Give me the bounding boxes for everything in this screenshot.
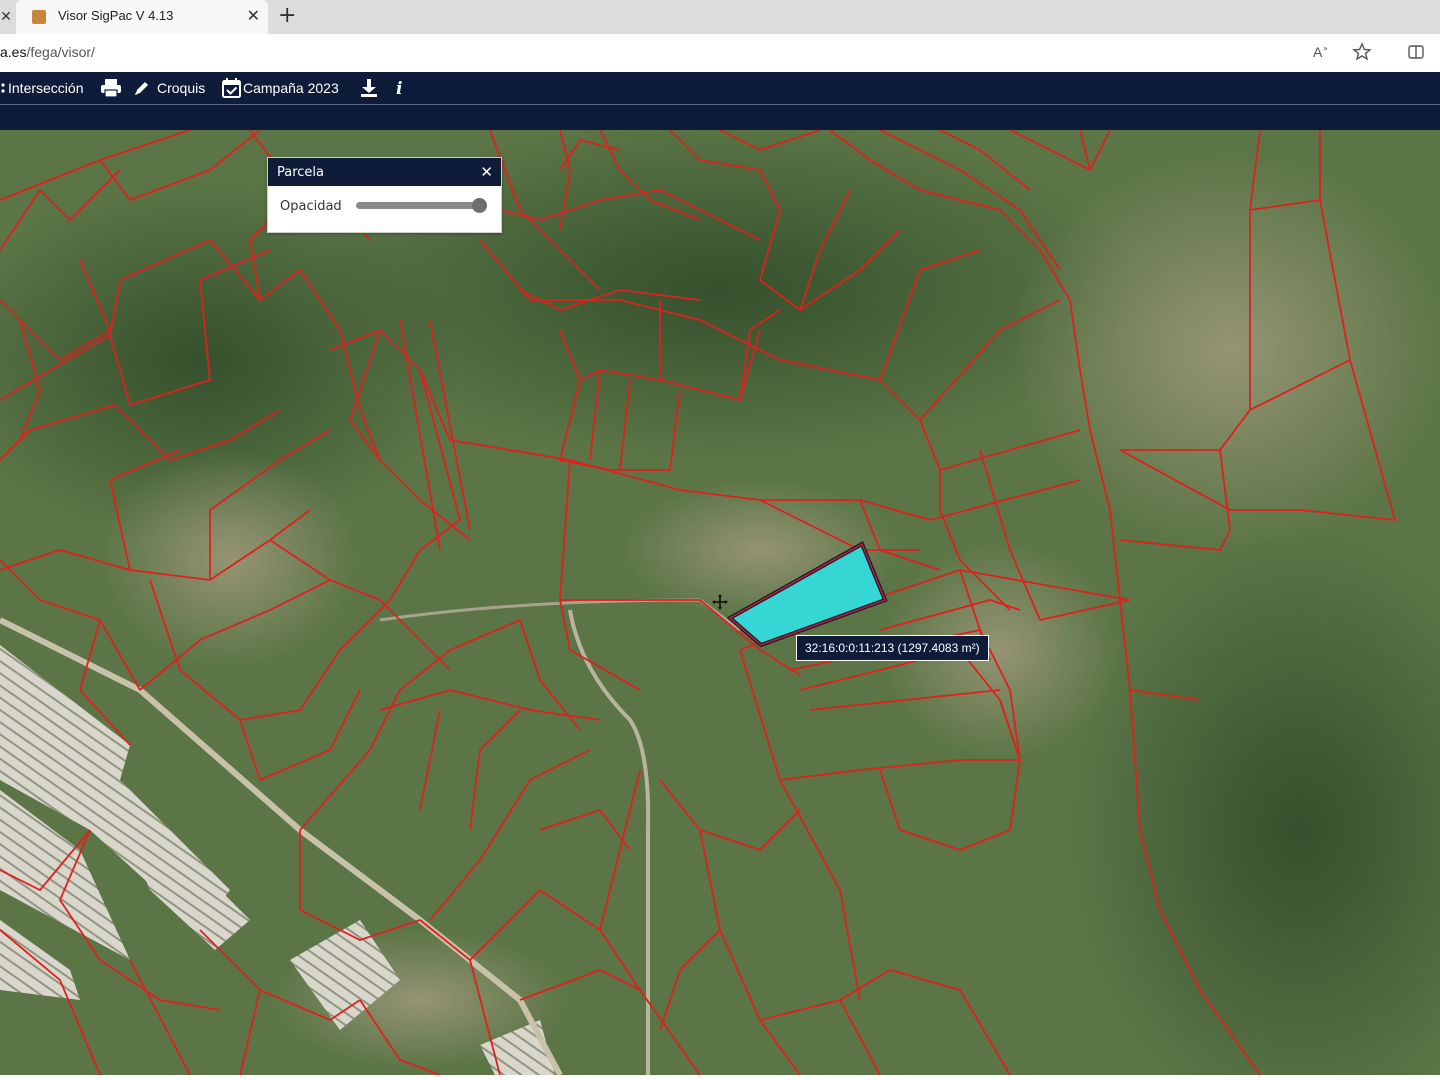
- close-icon[interactable]: ✕: [480, 162, 493, 182]
- browser-tab[interactable]: Visor SigPac V 4.13 ✕: [16, 0, 268, 34]
- url-field[interactable]: a.es/fega/visor/: [0, 44, 95, 60]
- svg-text:A: A: [1313, 44, 1323, 60]
- campaign-label: Campaña 2023: [243, 80, 339, 96]
- print-button[interactable]: [100, 76, 122, 100]
- bare-ground-area: [100, 450, 360, 670]
- aerial-map[interactable]: [0, 130, 1440, 1075]
- campaign-button[interactable]: Campaña 2023: [221, 76, 339, 100]
- url-domain: a.es: [0, 44, 27, 60]
- svg-text:»: »: [1323, 44, 1328, 53]
- layer-panel-body: Opacidad: [268, 186, 501, 232]
- layer-opacity-panel: Parcela ✕ Opacidad: [267, 157, 502, 233]
- app-toolbar: [0, 72, 1440, 130]
- browser-tab-bar: ✕ Visor SigPac V 4.13 ✕ +: [0, 0, 1440, 34]
- map-viewport[interactable]: [0, 130, 1440, 1075]
- intersection-label: Intersección: [8, 80, 84, 96]
- opacity-label: Opacidad: [280, 199, 342, 214]
- read-aloud-icon[interactable]: A»: [1312, 42, 1332, 68]
- pencil-icon: [135, 82, 148, 95]
- close-icon[interactable]: ✕: [0, 6, 12, 28]
- split-screen-icon[interactable]: [1406, 42, 1426, 68]
- sketch-label: Croquis: [157, 80, 206, 96]
- opacity-slider[interactable]: [356, 202, 486, 209]
- layer-panel-header: Parcela ✕: [268, 158, 501, 186]
- url-path: /fega/visor/: [26, 44, 95, 60]
- info-button[interactable]: i: [394, 76, 406, 100]
- window-bottom-edge: [0, 1075, 1440, 1080]
- layer-panel-title: Parcela: [277, 164, 325, 180]
- opacity-slider-handle[interactable]: [472, 198, 487, 213]
- favicon-icon: [32, 10, 46, 24]
- calendar-check-icon: [222, 78, 241, 98]
- intersection-icon: [1, 83, 5, 93]
- download-button[interactable]: [359, 76, 379, 100]
- print-icon: [101, 79, 121, 98]
- info-icon: i: [396, 79, 402, 98]
- close-tab-icon[interactable]: ✕: [247, 6, 260, 26]
- download-icon: [361, 79, 377, 97]
- selected-parcel-label: 32:16:0:0:11:213 (1297.4083 m²): [796, 635, 989, 661]
- intersection-button[interactable]: Intersección: [0, 76, 83, 100]
- tab-title: Visor SigPac V 4.13: [58, 8, 174, 23]
- star-icon[interactable]: [1352, 42, 1372, 68]
- new-tab-icon[interactable]: +: [278, 3, 296, 29]
- address-bar[interactable]: a.es/fega/visor/ A»: [0, 34, 1440, 72]
- svg-text:i: i: [396, 79, 402, 98]
- toolbar-divider: [0, 104, 1440, 105]
- sketch-button[interactable]: Croquis: [133, 76, 205, 100]
